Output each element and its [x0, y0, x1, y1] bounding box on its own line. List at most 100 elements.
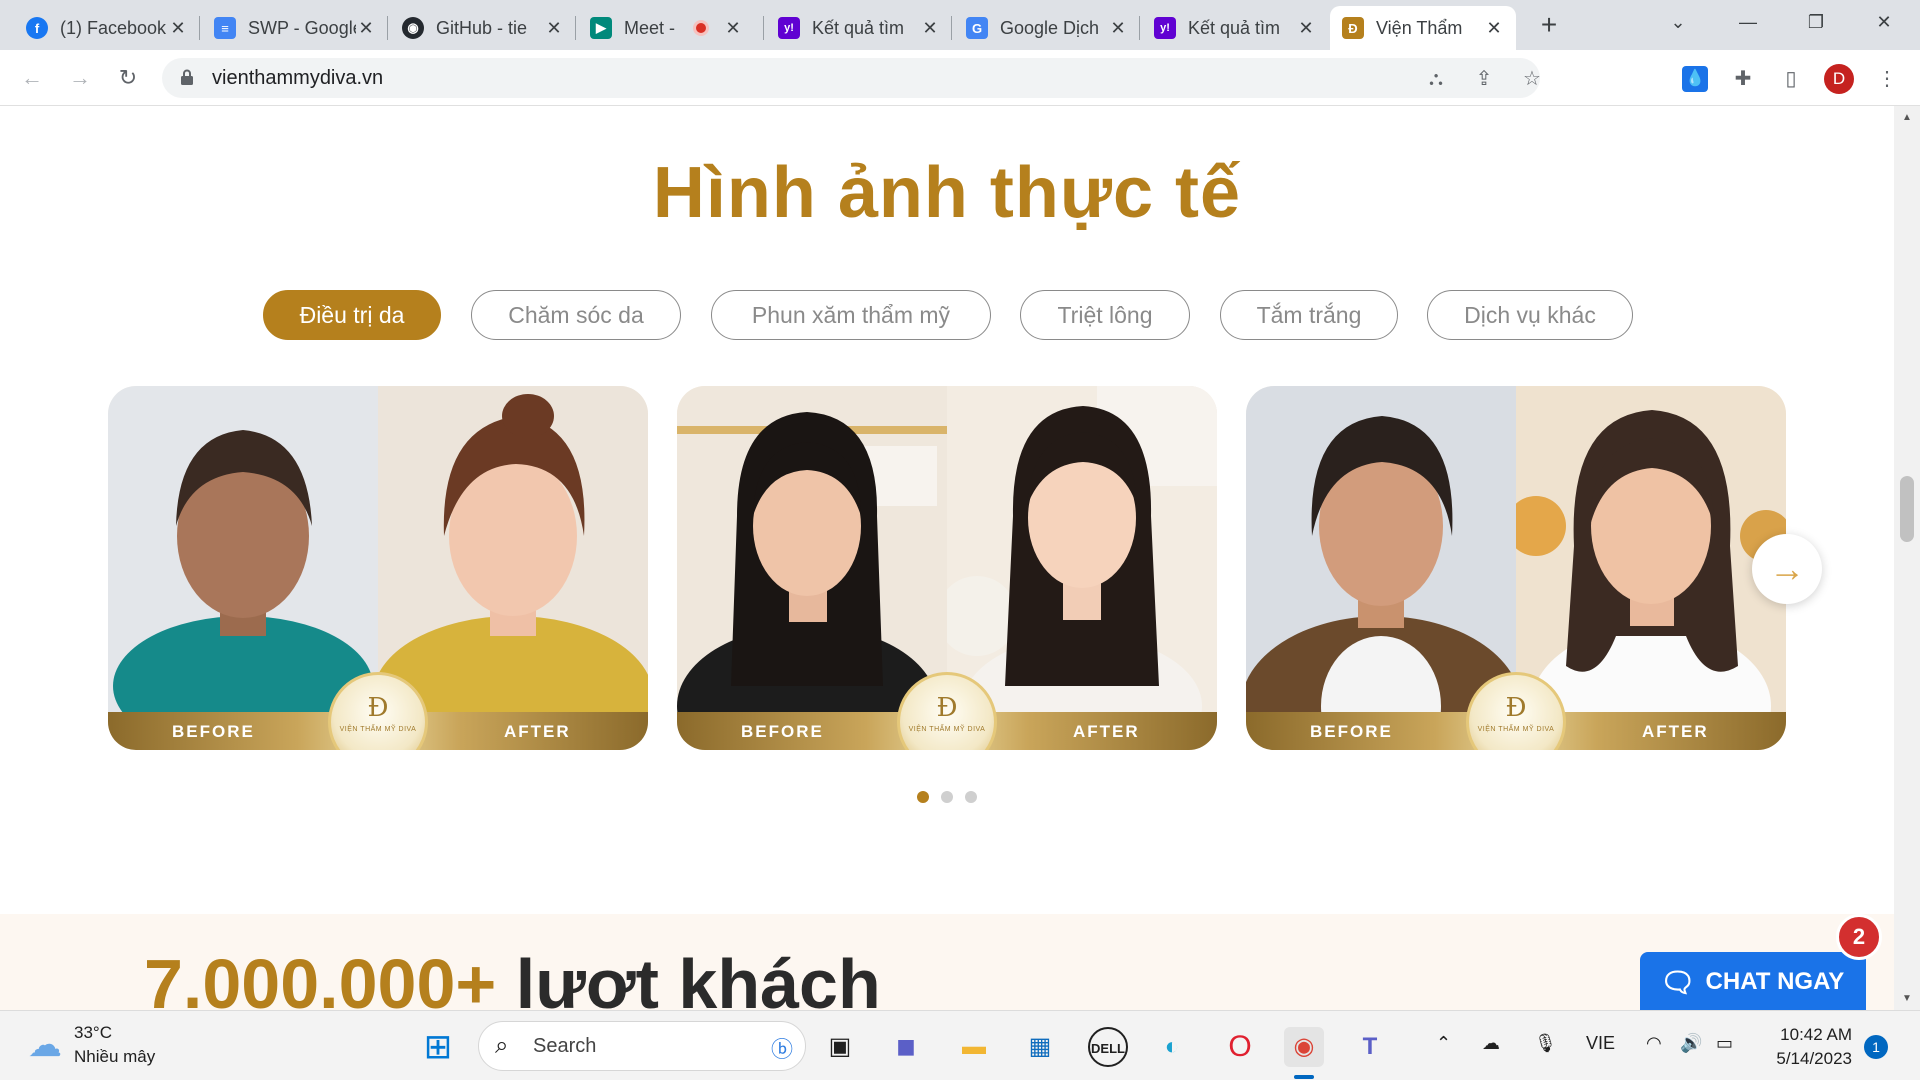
- minimize-button[interactable]: —: [1720, 0, 1776, 44]
- stats-number: 7.000.000+: [144, 945, 497, 1010]
- forward-button[interactable]: →: [64, 62, 96, 94]
- address-bar[interactable]: vienthammydiva.vn ⛬ ⇪ ☆: [162, 58, 1541, 98]
- star-icon[interactable]: ☆: [1520, 67, 1544, 91]
- weather-widget[interactable]: ☁ 33°C Nhiều mây: [28, 1021, 155, 1069]
- category-tab-cham-soc-da[interactable]: Chăm sóc da: [471, 290, 681, 340]
- wifi-icon[interactable]: ◠: [1646, 1033, 1662, 1054]
- close-icon[interactable]: ✕: [723, 18, 743, 39]
- carousel-next-arrow-icon[interactable]: →: [1752, 534, 1822, 604]
- dell-icon[interactable]: DELL: [1088, 1027, 1128, 1067]
- browser-toolbar: ← → ↻ vienthammydiva.vn ⛬ ⇪ ☆ 💧 ✚ ▯ D ⋮: [0, 50, 1920, 106]
- search-icon: ⌕: [495, 1032, 509, 1059]
- edge-browser-icon[interactable]: ◐: [1152, 1027, 1192, 1067]
- close-icon[interactable]: ✕: [920, 18, 940, 39]
- restore-button[interactable]: ❐: [1788, 0, 1844, 44]
- before-label: BEFORE: [1310, 722, 1393, 741]
- windows-start-icon[interactable]: ⊞: [418, 1027, 458, 1067]
- tab-google-translate[interactable]: G Google Dịch ✕: [954, 6, 1140, 50]
- tab-swp-docs[interactable]: ≡ SWP - Google ✕: [202, 6, 388, 50]
- stats-text: lượt khách: [515, 945, 881, 1010]
- scroll-up-arrow-icon[interactable]: ▲: [1900, 112, 1914, 123]
- extension-drop-icon[interactable]: 💧: [1682, 66, 1708, 92]
- yahoo-icon: y!: [1154, 17, 1176, 39]
- microsoft-store-icon[interactable]: ▦: [1020, 1027, 1060, 1067]
- system-clock[interactable]: 10:42 AM 5/14/2023: [1762, 1023, 1852, 1071]
- input-language[interactable]: VIE: [1586, 1033, 1615, 1054]
- extensions-puzzle-icon[interactable]: ✚: [1730, 66, 1756, 92]
- new-tab-button[interactable]: +: [1534, 8, 1564, 42]
- share-icon[interactable]: ⇪: [1472, 67, 1496, 91]
- before-photo: [108, 386, 378, 712]
- tray-overflow-chevron-icon[interactable]: ⌃: [1436, 1033, 1451, 1054]
- close-icon[interactable]: ✕: [168, 18, 188, 39]
- github-icon: ◉: [402, 17, 424, 39]
- close-icon[interactable]: ✕: [544, 18, 564, 39]
- teams-icon[interactable]: T: [1350, 1027, 1390, 1067]
- yahoo-icon: y!: [778, 17, 800, 39]
- close-icon[interactable]: ✕: [1484, 18, 1504, 39]
- tab-meet[interactable]: ▶ Meet - ✕: [578, 6, 764, 50]
- weather-temperature: 33°C: [74, 1023, 112, 1042]
- section-title: Hình ảnh thực tế: [652, 153, 1242, 233]
- carousel-dot[interactable]: [941, 791, 953, 803]
- taskbar-search-box[interactable]: ⌕ Search ⓑ: [478, 1021, 806, 1071]
- close-window-button[interactable]: ✕: [1856, 0, 1912, 44]
- before-label: BEFORE: [172, 722, 255, 741]
- page-scrollbar[interactable]: ▲ ▼: [1894, 106, 1920, 1010]
- tab-title: Viện Thẩm: [1376, 17, 1463, 38]
- file-explorer-icon[interactable]: ▬: [954, 1027, 994, 1067]
- windows-taskbar: ☁ 33°C Nhiều mây ⊞ ⌕ Search ⓑ ▣ ◼ ▬ ▦ DE…: [0, 1010, 1920, 1080]
- notification-badge[interactable]: 1: [1864, 1035, 1888, 1059]
- carousel-dot[interactable]: [965, 791, 977, 803]
- web-page: Hình ảnh thực tế Điều trị da Chăm sóc da…: [0, 106, 1894, 1010]
- after-label: AFTER: [1642, 722, 1709, 741]
- side-panel-icon[interactable]: ▯: [1778, 66, 1804, 92]
- close-icon[interactable]: ✕: [1296, 18, 1316, 39]
- chrome-browser-icon[interactable]: ◉: [1284, 1027, 1324, 1067]
- tab-vien-tham-my[interactable]: Ð Viện Thẩm ✕: [1330, 6, 1516, 50]
- before-after-card[interactable]: BEFORE AFTER Ð VIỆN THẨM MỸ DIVA: [108, 386, 648, 750]
- tab-yahoo-search-2[interactable]: y! Kết quả tìm ✕: [1142, 6, 1328, 50]
- teams-chat-icon[interactable]: ◼: [886, 1027, 926, 1067]
- clock-date: 5/14/2023: [1776, 1049, 1852, 1068]
- chrome-running-indicator: [1294, 1075, 1314, 1079]
- onedrive-cloud-icon[interactable]: ☁: [1482, 1033, 1500, 1054]
- after-label: AFTER: [504, 722, 571, 741]
- microphone-icon[interactable]: 🎙: [1534, 1033, 1557, 1054]
- scrollbar-thumb[interactable]: [1900, 476, 1914, 542]
- category-tab-triet-long[interactable]: Triệt lông: [1020, 290, 1190, 340]
- category-tab-tam-trang[interactable]: Tắm trắng: [1220, 290, 1398, 340]
- tab-github[interactable]: ◉ GitHub - tie ✕: [390, 6, 576, 50]
- reload-button[interactable]: ↻: [112, 62, 144, 94]
- clock-time: 10:42 AM: [1780, 1025, 1852, 1044]
- google-docs-icon: ≡: [214, 17, 236, 39]
- opera-browser-icon[interactable]: O: [1220, 1027, 1260, 1067]
- before-after-card[interactable]: BEFORE AFTER Ð VIỆN THẨM MỸ DIVA: [1246, 386, 1786, 750]
- before-label: BEFORE: [741, 722, 824, 741]
- chat-unread-badge: 2: [1836, 914, 1882, 960]
- menu-kebab-icon[interactable]: ⋮: [1874, 66, 1900, 92]
- close-icon[interactable]: ✕: [356, 18, 376, 39]
- profile-avatar[interactable]: D: [1824, 64, 1854, 94]
- back-button[interactable]: ←: [16, 62, 48, 94]
- category-tab-phun-xam[interactable]: Phun xăm thẩm mỹ: [711, 290, 991, 340]
- chat-bubble-icon: 🗨: [1660, 966, 1696, 998]
- tab-search-chevron-icon[interactable]: ⌄: [1650, 0, 1706, 44]
- before-after-card[interactable]: BEFORE AFTER Ð VIỆN THẨM MỸ DIVA: [677, 386, 1217, 750]
- tab-facebook[interactable]: f (1) Facebook ✕: [14, 6, 200, 50]
- tab-title: (1) Facebook: [60, 17, 167, 38]
- tab-yahoo-search-1[interactable]: y! Kết quả tìm ✕: [766, 6, 952, 50]
- browser-tab-strip: f (1) Facebook ✕ ≡ SWP - Google ✕ ◉ GitH…: [0, 0, 1920, 50]
- volume-icon[interactable]: 🔊: [1680, 1033, 1702, 1054]
- battery-icon[interactable]: ▭: [1716, 1033, 1733, 1054]
- category-tab-dieu-tri-da[interactable]: Điều trị da: [263, 290, 441, 340]
- translate-icon[interactable]: ⛬: [1424, 67, 1448, 91]
- tab-title: Meet -: [624, 17, 676, 38]
- chat-now-button[interactable]: 🗨 CHAT NGAY: [1640, 952, 1866, 1010]
- carousel-dot[interactable]: [917, 791, 929, 803]
- task-view-icon[interactable]: ▣: [820, 1027, 860, 1067]
- close-icon[interactable]: ✕: [1108, 18, 1128, 39]
- category-tab-dich-vu-khac[interactable]: Dịch vụ khác: [1427, 290, 1633, 340]
- scroll-down-arrow-icon[interactable]: ▼: [1900, 993, 1914, 1004]
- tab-title: Kết quả tìm: [1188, 17, 1281, 38]
